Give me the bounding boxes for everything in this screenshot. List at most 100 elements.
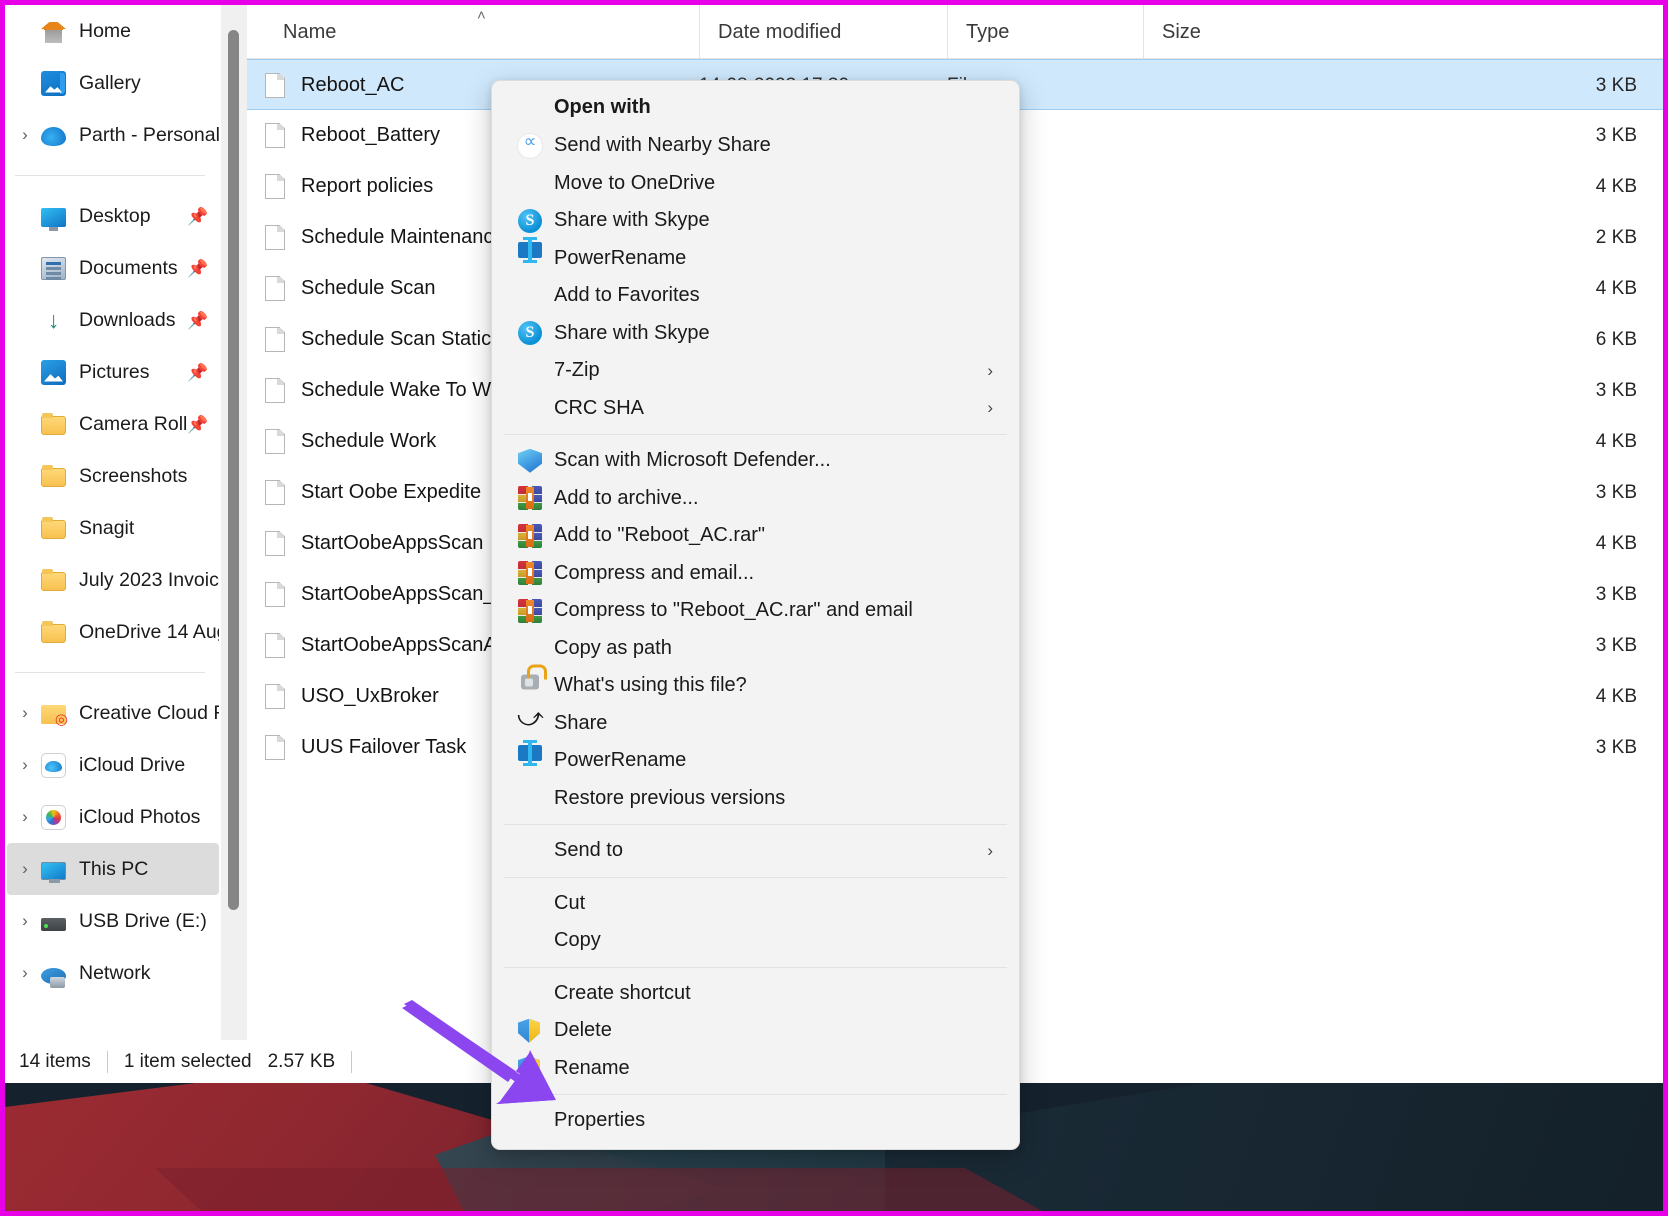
chevron-right-icon[interactable]: › xyxy=(987,361,993,381)
file-name-cell[interactable]: Reboot_AC xyxy=(265,60,404,111)
chevron-right-icon[interactable]: › xyxy=(17,809,33,825)
sidebar-item-screenshots[interactable]: Screenshots xyxy=(7,450,219,502)
menu-item-move-to-onedrive[interactable]: Move to OneDrive xyxy=(492,165,1019,203)
sidebar-item-network[interactable]: ›Network xyxy=(7,947,219,999)
desktop-icon xyxy=(41,208,66,227)
file-icon xyxy=(265,582,285,607)
chevron-right-icon[interactable]: › xyxy=(17,965,33,981)
file-name-cell[interactable]: StartOobeAppsScan_ xyxy=(265,569,494,620)
navigation-scrollbar-thumb[interactable] xyxy=(228,30,239,910)
file-icon xyxy=(265,276,285,301)
menu-item-compress-to-reboot-ac-rar-and-email[interactable]: Compress to "Reboot_AC.rar" and email xyxy=(492,592,1019,630)
sidebar-item-home[interactable]: Home xyxy=(7,5,219,57)
file-name-cell[interactable]: Start Oobe Expedite xyxy=(265,467,481,518)
uac-shield-icon xyxy=(518,1056,540,1080)
file-icon xyxy=(265,378,285,403)
menu-item-open-with[interactable]: Open with xyxy=(492,88,1019,127)
file-name-cell[interactable]: StartOobeAppsScanA xyxy=(265,620,497,671)
chevron-right-icon[interactable]: › xyxy=(17,861,33,877)
column-header-size[interactable]: Size xyxy=(1143,5,1323,59)
sidebar-item-gallery[interactable]: Gallery xyxy=(7,57,219,109)
pin-icon[interactable]: 📌 xyxy=(187,311,205,329)
sidebar-item-this-pc[interactable]: › This PC xyxy=(7,843,219,895)
chevron-right-icon[interactable]: › xyxy=(987,398,993,418)
folder-icon xyxy=(41,572,66,591)
menu-item-send-with-nearby-share[interactable]: Send with Nearby Share xyxy=(492,127,1019,165)
pin-icon[interactable]: 📌 xyxy=(187,415,205,433)
file-name-label: Reboot_AC xyxy=(301,74,404,97)
file-name-label: Schedule Work xyxy=(301,430,436,453)
sidebar-item-snagit[interactable]: Snagit xyxy=(7,502,219,554)
menu-item-add-to-archive[interactable]: Add to archive... xyxy=(492,480,1019,518)
chevron-right-icon[interactable]: › xyxy=(987,841,993,861)
menu-item-copy[interactable]: Copy xyxy=(492,922,1019,960)
file-name-cell[interactable]: Report policies xyxy=(265,161,433,212)
sidebar-item-label: USB Drive (E:) xyxy=(79,910,207,933)
menu-item-restore-previous-versions[interactable]: Restore previous versions xyxy=(492,780,1019,818)
menu-item-create-shortcut[interactable]: Create shortcut xyxy=(492,975,1019,1013)
onedrive-cloud-icon xyxy=(41,127,66,146)
sidebar-item-camera-roll[interactable]: Camera Roll📌 xyxy=(7,398,219,450)
menu-item-add-to-reboot-ac-rar[interactable]: Add to "Reboot_AC.rar" xyxy=(492,517,1019,555)
skype-icon xyxy=(518,209,542,233)
menu-item-7-zip[interactable]: 7-Zip› xyxy=(492,352,1019,390)
pin-icon[interactable]: 📌 xyxy=(187,207,205,225)
file-name-cell[interactable]: Reboot_Battery xyxy=(265,110,440,161)
navigation-pane[interactable]: HomeGallery › Parth - Personal Desktop📌Docu… xyxy=(5,5,221,1040)
chevron-right-icon[interactable]: › xyxy=(17,913,33,929)
column-header-type[interactable]: Type xyxy=(947,5,1143,59)
sidebar-item-july-2023-invoice[interactable]: July 2023 Invoice xyxy=(7,554,219,606)
chevron-right-icon[interactable]: › xyxy=(17,705,33,721)
menu-item-share[interactable]: Share xyxy=(492,705,1019,743)
uac-shield-icon xyxy=(518,1019,540,1043)
sidebar-item-onedrive-14-aug[interactable]: OneDrive 14 Aug xyxy=(7,606,219,658)
menu-item-powerrename[interactable]: PowerRename xyxy=(492,240,1019,278)
menu-item-delete[interactable]: Delete xyxy=(492,1012,1019,1050)
pin-icon[interactable]: 📌 xyxy=(187,259,205,277)
sidebar-item-icloud-drive[interactable]: ›iCloud Drive xyxy=(7,739,219,791)
sidebar-item-downloads[interactable]: ↓Downloads📌 xyxy=(7,294,219,346)
menu-item-label: Create shortcut xyxy=(554,982,691,1005)
menu-item-share-with-skype[interactable]: Share with Skype xyxy=(492,315,1019,353)
file-name-cell[interactable]: Schedule Work xyxy=(265,416,436,467)
sidebar-item-label: Parth - Personal xyxy=(79,124,219,147)
sidebar-item-label: This PC xyxy=(79,858,148,881)
file-name-cell[interactable]: Schedule Maintenance xyxy=(265,212,504,263)
file-name-cell[interactable]: UUS Failover Task xyxy=(265,722,466,773)
menu-item-scan-with-microsoft-defender[interactable]: Scan with Microsoft Defender... xyxy=(492,442,1019,480)
chevron-right-icon[interactable]: › xyxy=(17,127,33,143)
status-divider xyxy=(107,1051,108,1073)
sidebar-item-parth-personal[interactable]: › Parth - Personal xyxy=(7,109,219,161)
file-name-cell[interactable]: Schedule Scan Static xyxy=(265,314,491,365)
context-menu[interactable]: Open withSend with Nearby ShareMove to O… xyxy=(491,80,1020,1150)
menu-item-cut[interactable]: Cut xyxy=(492,885,1019,923)
menu-item-copy-as-path[interactable]: Copy as path xyxy=(492,630,1019,668)
file-name-cell[interactable]: USO_UxBroker xyxy=(265,671,439,722)
chevron-right-icon[interactable]: › xyxy=(17,757,33,773)
sidebar-item-icloud-photos[interactable]: ›iCloud Photos xyxy=(7,791,219,843)
file-name-cell[interactable]: StartOobeAppsScan xyxy=(265,518,483,569)
menu-item-compress-and-email[interactable]: Compress and email... xyxy=(492,555,1019,593)
menu-item-send-to[interactable]: Send to› xyxy=(492,832,1019,870)
menu-item-add-to-favorites[interactable]: Add to Favorites xyxy=(492,277,1019,315)
menu-item-powerrename[interactable]: PowerRename xyxy=(492,742,1019,780)
navigation-scrollbar[interactable] xyxy=(221,5,247,1040)
column-header-row[interactable]: Name˄Date modifiedTypeSize xyxy=(247,5,1663,59)
sidebar-item-usb-drive-e[interactable]: › USB Drive (E:) xyxy=(7,895,219,947)
menu-item-what-s-using-this-file[interactable]: What's using this file? xyxy=(492,667,1019,705)
menu-item-rename[interactable]: Rename xyxy=(492,1050,1019,1088)
file-name-cell[interactable]: Schedule Wake To W xyxy=(265,365,491,416)
sidebar-item-documents[interactable]: Documents📌 xyxy=(7,242,219,294)
file-name-label: UUS Failover Task xyxy=(301,736,466,759)
lock-icon xyxy=(521,674,539,689)
sidebar-item-desktop[interactable]: Desktop📌 xyxy=(7,190,219,242)
sidebar-item-creative-cloud-f[interactable]: ›Creative Cloud F xyxy=(7,687,219,739)
menu-item-properties[interactable]: Properties xyxy=(492,1102,1019,1140)
sidebar-item-pictures[interactable]: Pictures📌 xyxy=(7,346,219,398)
file-name-cell[interactable]: Schedule Scan xyxy=(265,263,436,314)
column-header-date-modified[interactable]: Date modified xyxy=(699,5,947,59)
pin-icon[interactable]: 📌 xyxy=(187,363,205,381)
home-icon xyxy=(41,19,66,44)
menu-item-crc-sha[interactable]: CRC SHA› xyxy=(492,390,1019,428)
menu-item-share-with-skype[interactable]: Share with Skype xyxy=(492,202,1019,240)
